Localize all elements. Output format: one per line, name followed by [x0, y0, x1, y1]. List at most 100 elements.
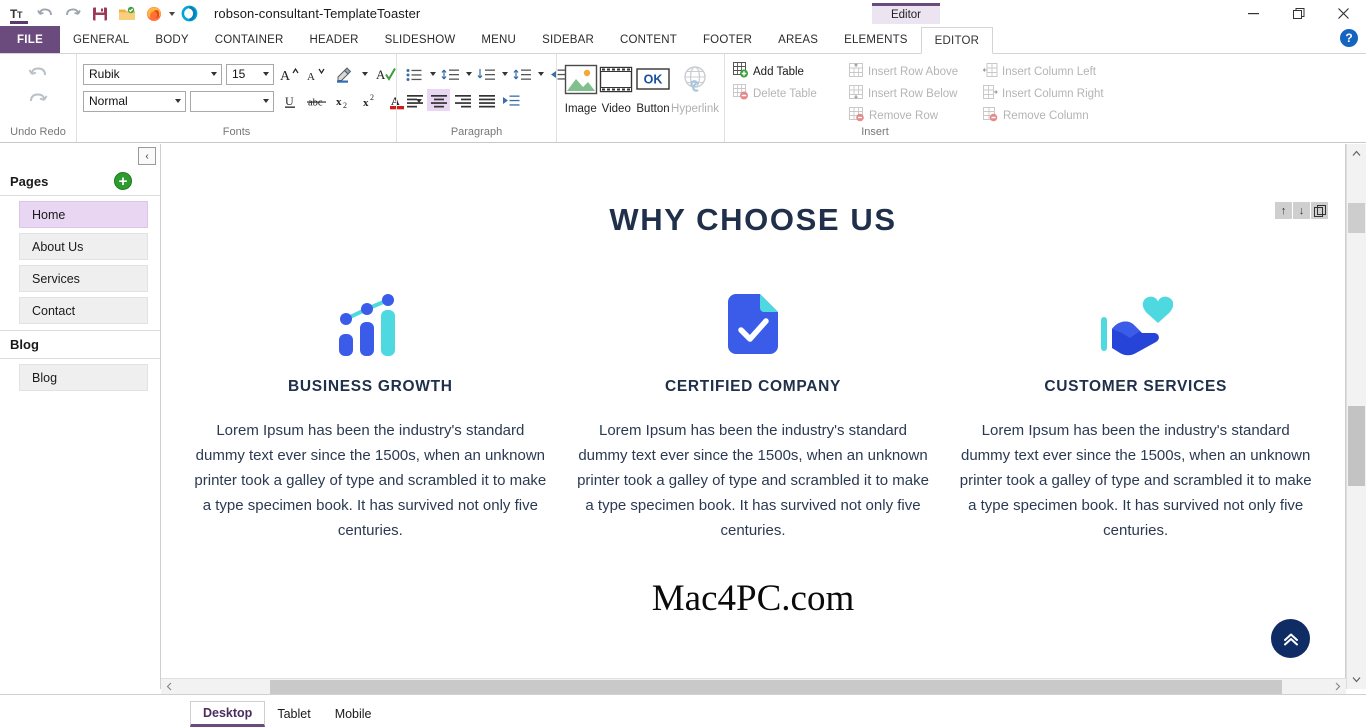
insert-row-above-button[interactable]: Insert Row Above — [847, 62, 975, 81]
font-size-combo[interactable]: 15 — [226, 63, 274, 85]
superscript-icon[interactable]: x2 — [359, 90, 382, 112]
tab-menu[interactable]: MENU — [468, 26, 529, 53]
undo-icon[interactable] — [33, 2, 58, 25]
highlight-dropdown-icon[interactable] — [359, 63, 370, 85]
save-icon[interactable] — [87, 2, 112, 25]
tab-slideshow[interactable]: SLIDESHOW — [372, 26, 469, 53]
tab-container[interactable]: CONTAINER — [202, 26, 297, 53]
sidebar-item-contact[interactable]: Contact — [19, 297, 148, 324]
feature-text[interactable]: Lorem Ipsum has been the industry's stan… — [574, 418, 933, 543]
tab-areas[interactable]: AREAS — [765, 26, 831, 53]
chevron-down-icon[interactable] — [259, 92, 273, 111]
scroll-right-arrow-icon[interactable] — [1329, 679, 1346, 695]
close-button[interactable] — [1321, 0, 1366, 27]
space-before-icon[interactable] — [475, 63, 498, 85]
add-page-icon[interactable]: + — [114, 172, 132, 190]
scroll-down-arrow-icon[interactable] — [1346, 670, 1366, 689]
bullets-dropdown-icon[interactable] — [427, 63, 438, 85]
subscript-icon[interactable]: x2 — [332, 90, 355, 112]
line-spacing-increase-icon[interactable] — [439, 63, 462, 85]
multilevel-list-icon[interactable] — [511, 63, 534, 85]
tab-editor[interactable]: EDITOR — [920, 27, 994, 54]
minimize-button[interactable] — [1231, 0, 1276, 27]
grow-font-icon[interactable]: A — [278, 63, 301, 85]
horizontal-scroll-track[interactable] — [178, 678, 1329, 695]
scroll-left-arrow-icon[interactable] — [161, 679, 178, 695]
feature-text[interactable]: Lorem Ipsum has been the industry's stan… — [956, 418, 1315, 543]
insert-hyperlink-button[interactable]: Hyperlink — [671, 60, 719, 115]
help-icon[interactable]: ? — [1340, 29, 1358, 47]
insert-column-left-button[interactable]: Insert Column Left — [981, 62, 1117, 81]
sidebar-item-home[interactable]: Home — [19, 201, 148, 228]
sidebar-item-services[interactable]: Services — [19, 265, 148, 292]
feature-title[interactable]: CERTIFIED COMPANY — [574, 378, 933, 396]
align-right-icon[interactable] — [451, 89, 474, 111]
tab-elements[interactable]: ELEMENTS — [831, 26, 921, 53]
canvas-horizontal-scrollbar[interactable] — [161, 678, 1346, 695]
vertical-scroll-thumb[interactable] — [1347, 406, 1365, 486]
design-canvas[interactable]: WHY CHOOSE US BUSINESS GROWTH Lorem Ipsu… — [161, 144, 1346, 689]
font-family-combo[interactable]: Rubik — [83, 63, 222, 85]
undo-button[interactable] — [23, 61, 53, 85]
move-up-icon[interactable]: ↑ — [1275, 202, 1292, 219]
view-tab-mobile[interactable]: Mobile — [323, 701, 384, 727]
tab-general[interactable]: GENERAL — [60, 26, 142, 53]
remove-column-button[interactable]: Remove Column — [981, 106, 1117, 125]
tab-body[interactable]: BODY — [142, 26, 201, 53]
feature-column-certified-company[interactable]: CERTIFIED COMPANY Lorem Ipsum has been t… — [562, 284, 945, 543]
secondary-style-combo[interactable] — [190, 90, 274, 112]
justify-icon[interactable] — [475, 89, 498, 111]
chevron-down-icon[interactable] — [207, 65, 221, 84]
move-down-icon[interactable]: ↓ — [1293, 202, 1310, 219]
duplicate-icon[interactable] — [1311, 202, 1328, 219]
bullets-icon[interactable] — [403, 63, 426, 85]
maximize-restore-button[interactable] — [1276, 0, 1321, 27]
tab-file[interactable]: FILE — [0, 26, 60, 53]
page-title[interactable]: WHY CHOOSE US — [161, 202, 1345, 238]
insert-row-below-button[interactable]: Insert Row Below — [847, 84, 975, 103]
sidebar-item-about-us[interactable]: About Us — [19, 233, 148, 260]
space-before-dropdown-icon[interactable] — [499, 63, 510, 85]
templatetoaster-icon[interactable] — [177, 2, 202, 25]
spelling-check-icon[interactable]: A — [374, 63, 397, 85]
chevron-down-icon[interactable] — [259, 65, 273, 84]
strikethrough-icon[interactable]: abc — [305, 90, 328, 112]
horizontal-scroll-thumb[interactable] — [270, 679, 1282, 694]
open-folder-icon[interactable] — [114, 2, 139, 25]
feature-text[interactable]: Lorem Ipsum has been the industry's stan… — [191, 418, 550, 543]
insert-button-button[interactable]: OK Button — [634, 60, 672, 115]
insert-image-button[interactable]: Image — [563, 60, 599, 115]
view-tab-tablet[interactable]: Tablet — [265, 701, 322, 727]
vertical-scroll-thumb-secondary[interactable] — [1347, 203, 1365, 233]
tab-sidebar[interactable]: SIDEBAR — [529, 26, 607, 53]
view-tab-desktop[interactable]: Desktop — [190, 701, 266, 727]
canvas-vertical-scrollbar[interactable] — [1346, 144, 1366, 689]
firefox-preview-icon[interactable] — [141, 2, 166, 25]
feature-column-business-growth[interactable]: BUSINESS GROWTH Lorem Ipsum has been the… — [179, 284, 562, 543]
add-table-button[interactable]: Add Table — [731, 62, 839, 81]
text-tool-icon[interactable]: TT — [6, 2, 31, 25]
sidebar-item-blog[interactable]: Blog — [19, 364, 148, 391]
shrink-font-icon[interactable]: A — [305, 63, 328, 85]
align-left-icon[interactable] — [403, 89, 426, 111]
redo-button[interactable] — [23, 87, 53, 111]
delete-table-button[interactable]: Delete Table — [731, 84, 839, 103]
chevron-down-icon[interactable] — [171, 92, 185, 111]
redo-icon[interactable] — [60, 2, 85, 25]
vertical-scroll-track[interactable] — [1347, 163, 1366, 670]
tab-content[interactable]: CONTENT — [607, 26, 690, 53]
insert-column-right-button[interactable]: Insert Column Right — [981, 84, 1117, 103]
preview-dropdown-icon[interactable] — [169, 11, 175, 16]
multilevel-dropdown-icon[interactable] — [535, 63, 546, 85]
highlight-color-icon[interactable] — [332, 63, 355, 85]
underline-icon[interactable]: U — [278, 90, 301, 112]
remove-row-button[interactable]: Remove Row — [847, 106, 975, 125]
paragraph-style-combo[interactable]: Normal — [83, 90, 186, 112]
collapse-panel-button[interactable]: ‹ — [138, 147, 156, 165]
document-tab-editor[interactable]: Editor — [872, 3, 940, 24]
feature-column-customer-services[interactable]: CUSTOMER SERVICES Lorem Ipsum has been t… — [944, 284, 1327, 543]
scroll-to-top-button[interactable] — [1271, 619, 1310, 658]
decrease-indent-icon[interactable] — [499, 89, 522, 111]
tab-footer[interactable]: FOOTER — [690, 26, 765, 53]
tab-header[interactable]: HEADER — [296, 26, 371, 53]
